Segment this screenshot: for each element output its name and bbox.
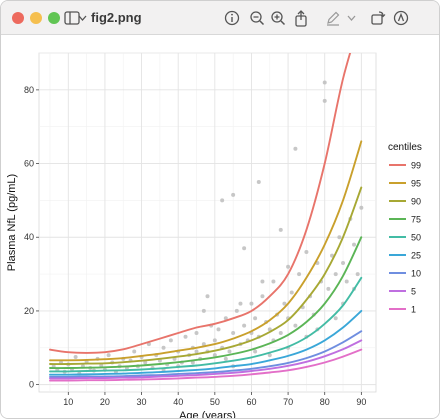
chevron-down-icon[interactable] [77, 9, 87, 27]
data-point [256, 179, 261, 184]
x-tick-label: 80 [320, 397, 330, 407]
y-tick-label: 40 [24, 232, 34, 242]
data-point [183, 334, 188, 339]
data-point [238, 301, 243, 306]
data-point [260, 279, 265, 284]
data-point [231, 192, 236, 197]
data-point [344, 279, 349, 284]
zoom-in-icon[interactable] [269, 9, 287, 27]
info-icon[interactable] [223, 9, 241, 27]
data-point [220, 198, 225, 203]
x-tick-label: 60 [246, 397, 256, 407]
data-point [260, 294, 265, 299]
data-point [132, 349, 137, 354]
legend-label: 90 [411, 197, 421, 207]
data-point [322, 98, 327, 103]
data-point [234, 308, 239, 313]
data-point [286, 264, 291, 269]
data-point [352, 242, 357, 247]
data-point [205, 294, 210, 299]
legend: centiles 99 95 90 75 50 25 10 5 1 [388, 142, 422, 315]
x-tick-label: 20 [100, 397, 110, 407]
x-tick-label: 30 [137, 397, 147, 407]
data-point [322, 80, 327, 85]
data-point [242, 323, 247, 328]
legend-label: 99 [411, 161, 421, 171]
chevron-down-icon[interactable] [346, 9, 356, 27]
data-point [223, 356, 228, 361]
data-point [297, 272, 302, 277]
data-point [333, 272, 338, 277]
y-tick-label: 60 [24, 159, 34, 169]
data-point [289, 290, 294, 295]
data-point [359, 205, 364, 210]
data-point [337, 235, 342, 240]
legend-label: 50 [411, 233, 421, 243]
data-point [293, 146, 298, 151]
zoom-window-button[interactable] [48, 12, 60, 24]
data-point [271, 279, 276, 284]
minimize-window-button[interactable] [30, 12, 42, 24]
data-point [201, 308, 206, 313]
markup-toolbar-icon[interactable] [392, 9, 410, 27]
legend-label: 5 [411, 287, 416, 297]
centile-chart: 10 20 30 40 50 60 70 80 90 0 20 40 60 80 Age (years) Pl… [6, 52, 422, 419]
legend-label: 25 [411, 251, 421, 261]
title-bar: fig2.png [1, 1, 439, 35]
data-point [326, 286, 331, 291]
data-point [278, 331, 283, 336]
data-point [216, 327, 221, 332]
share-icon[interactable] [292, 9, 310, 27]
x-axis-label: Age (years) [179, 410, 236, 419]
x-tick-label: 70 [283, 397, 293, 407]
data-point [168, 338, 173, 343]
data-point [341, 261, 346, 266]
image-view: 10 20 30 40 50 60 70 80 90 0 20 40 60 80 Age (years) Pl… [1, 35, 439, 419]
legend-label: 1 [411, 305, 416, 315]
data-point [355, 272, 360, 277]
close-window-button[interactable] [12, 12, 24, 24]
markup-pen-icon[interactable] [324, 9, 342, 27]
data-point [106, 353, 111, 358]
x-tick-label: 50 [210, 397, 220, 407]
legend-label: 75 [411, 215, 421, 225]
plot-panel [38, 52, 377, 393]
x-tick-label: 90 [356, 397, 366, 407]
data-point [333, 316, 338, 321]
y-tick-label: 0 [29, 380, 34, 390]
data-point [304, 249, 309, 254]
data-point [242, 246, 247, 251]
data-point [253, 316, 258, 321]
legend-title: centiles [388, 142, 422, 153]
data-point [231, 331, 236, 336]
window-title: fig2.png [91, 10, 142, 25]
legend-label: 10 [411, 269, 421, 279]
data-point [278, 227, 283, 232]
x-tick-label: 10 [63, 397, 73, 407]
y-tick-label: 80 [24, 85, 34, 95]
data-point [249, 301, 254, 306]
legend-label: 95 [411, 179, 421, 189]
data-point [73, 354, 78, 359]
zoom-out-icon[interactable] [248, 9, 266, 27]
rotate-icon[interactable] [369, 9, 387, 27]
preview-window: fig2.png 10 20 30 40 50 60 70 80 90 0 20 40 60 80 Age … [0, 0, 440, 419]
data-point [194, 331, 199, 336]
x-tick-label: 40 [173, 397, 183, 407]
data-point [293, 323, 298, 328]
y-tick-label: 20 [24, 306, 34, 316]
data-point [161, 345, 166, 350]
y-axis-label: Plasma NfL (pg/mL) [6, 174, 18, 271]
data-point [227, 349, 232, 354]
data-point [253, 349, 258, 354]
data-point [212, 338, 217, 343]
